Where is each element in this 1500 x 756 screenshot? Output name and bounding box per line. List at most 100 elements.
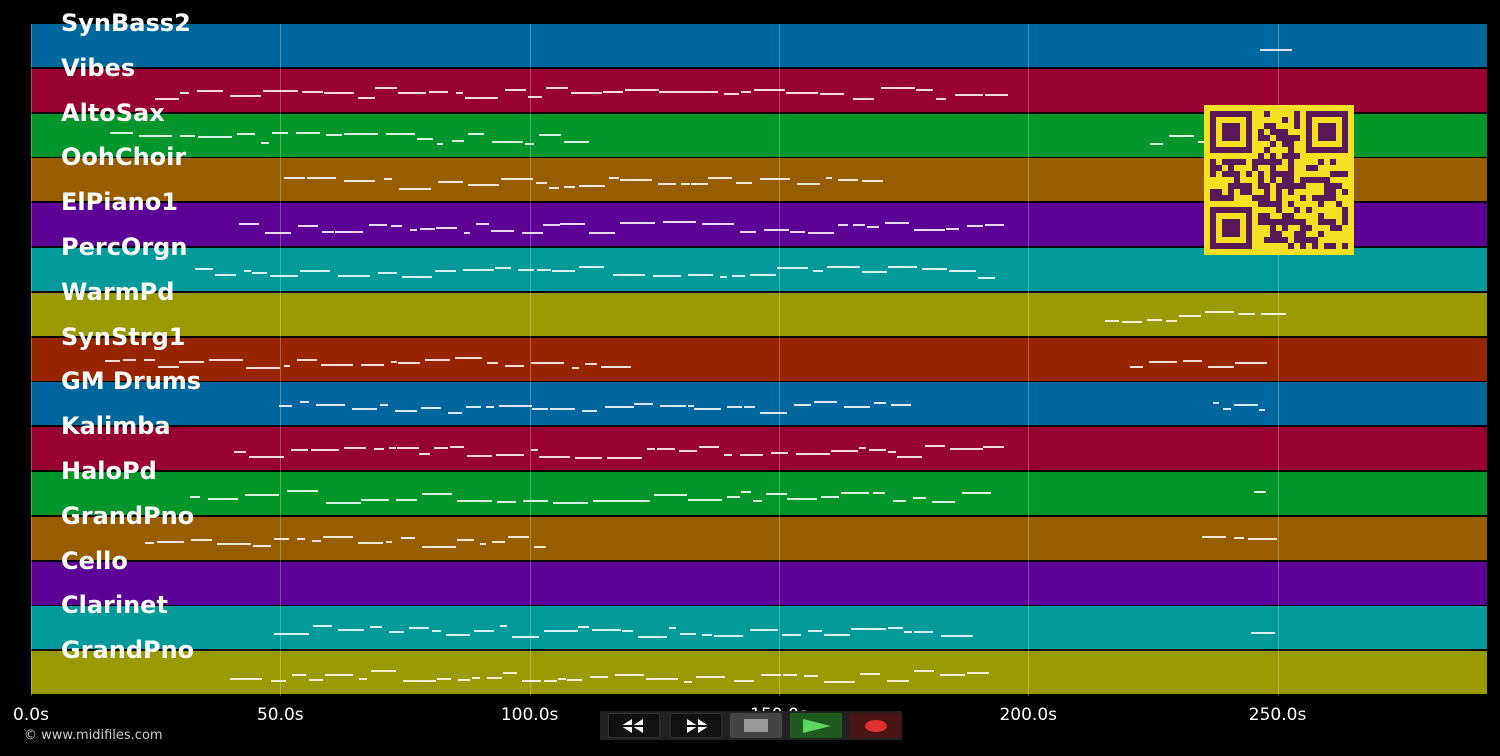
midi-note — [432, 630, 442, 633]
midi-note — [398, 91, 427, 94]
midi-note — [189, 496, 200, 499]
record-button[interactable] — [850, 713, 902, 738]
midi-note — [592, 628, 621, 631]
midi-note — [1130, 366, 1143, 369]
midi-note — [584, 363, 597, 366]
midi-note — [825, 177, 832, 180]
midi-note — [807, 629, 823, 632]
midi-note — [887, 450, 897, 453]
track-lane[interactable] — [31, 427, 1487, 471]
midi-note — [530, 361, 564, 364]
midi-note — [434, 447, 449, 450]
midi-note — [843, 406, 871, 409]
midi-note — [1213, 402, 1220, 405]
midi-note — [862, 179, 883, 182]
midi-note — [652, 275, 682, 278]
midi-note — [448, 411, 463, 414]
play-button[interactable] — [790, 713, 842, 738]
midi-note — [1149, 143, 1164, 146]
time-tick-label: 50.0s — [256, 705, 304, 725]
midi-note — [753, 88, 785, 91]
midi-note — [637, 636, 667, 639]
midi-note — [409, 626, 430, 629]
midi-note — [196, 89, 224, 92]
midi-note — [623, 499, 651, 502]
track-lane[interactable] — [31, 472, 1487, 515]
midi-note — [217, 543, 252, 546]
midi-note — [549, 186, 560, 189]
time-tick-label: 200.0s — [999, 705, 1058, 725]
rewind-button[interactable] — [608, 713, 660, 738]
midi-note — [656, 447, 675, 450]
midi-note — [1165, 319, 1178, 322]
stop-button[interactable] — [730, 713, 782, 738]
midi-note — [888, 626, 903, 629]
midi-note — [858, 627, 887, 630]
midi-note — [465, 405, 482, 408]
midi-note — [271, 679, 286, 682]
midi-note — [653, 493, 688, 496]
midi-note — [537, 268, 552, 271]
track-lane[interactable] — [31, 651, 1487, 695]
track-lane[interactable] — [31, 606, 1487, 650]
midi-note — [457, 538, 475, 541]
midi-note — [797, 182, 820, 185]
track-name: Kalimba — [61, 412, 171, 441]
midi-note — [985, 93, 1008, 96]
midi-note — [550, 407, 575, 410]
midi-note — [962, 491, 992, 494]
midi-note — [723, 93, 739, 96]
midi-note — [180, 92, 189, 95]
midi-note — [145, 541, 154, 544]
midi-note — [695, 675, 726, 678]
midi-note — [614, 673, 645, 676]
midi-note — [496, 500, 517, 503]
track-lane[interactable] — [31, 292, 1487, 336]
midi-note — [308, 678, 324, 681]
midi-note — [668, 627, 676, 630]
midi-note — [532, 407, 548, 410]
midi-note — [471, 677, 480, 680]
midi-note — [512, 635, 539, 638]
midi-note — [359, 677, 367, 680]
midi-note — [543, 630, 578, 633]
midi-note — [578, 185, 605, 188]
track-lane[interactable] — [31, 24, 1487, 67]
midi-note — [337, 629, 365, 632]
midi-note — [410, 228, 417, 231]
midi-note — [105, 359, 121, 362]
midi-note — [457, 678, 471, 681]
midi-note — [1149, 361, 1178, 364]
midi-note — [723, 453, 732, 456]
midi-note — [369, 223, 387, 226]
midi-note — [438, 180, 464, 183]
midi-note — [881, 86, 915, 89]
track-lane[interactable] — [31, 516, 1487, 560]
midi-note — [492, 140, 523, 143]
track-name: SynStrg1 — [61, 322, 186, 351]
midi-note — [820, 93, 845, 96]
midi-note — [344, 133, 378, 136]
midi-note — [370, 625, 382, 628]
midi-note — [916, 89, 933, 92]
midi-note — [683, 680, 693, 683]
midi-note — [753, 500, 762, 503]
midi-note — [284, 365, 291, 368]
midi-note — [575, 457, 602, 460]
midi-note — [401, 276, 433, 279]
midi-note — [634, 403, 654, 406]
midi-note — [824, 634, 850, 637]
fast-forward-button[interactable] — [670, 713, 722, 738]
midi-note — [436, 677, 452, 680]
track-name: Cello — [61, 546, 128, 575]
midi-note — [579, 266, 605, 269]
track-name: SynBass2 — [61, 9, 191, 37]
midi-note — [421, 546, 456, 549]
track-lane[interactable] — [31, 337, 1487, 381]
track-lane[interactable] — [31, 382, 1487, 426]
midi-note — [389, 631, 405, 634]
midi-note — [251, 272, 267, 275]
midi-note — [1105, 320, 1119, 322]
midi-note — [245, 367, 280, 370]
track-lane[interactable] — [31, 561, 1487, 605]
